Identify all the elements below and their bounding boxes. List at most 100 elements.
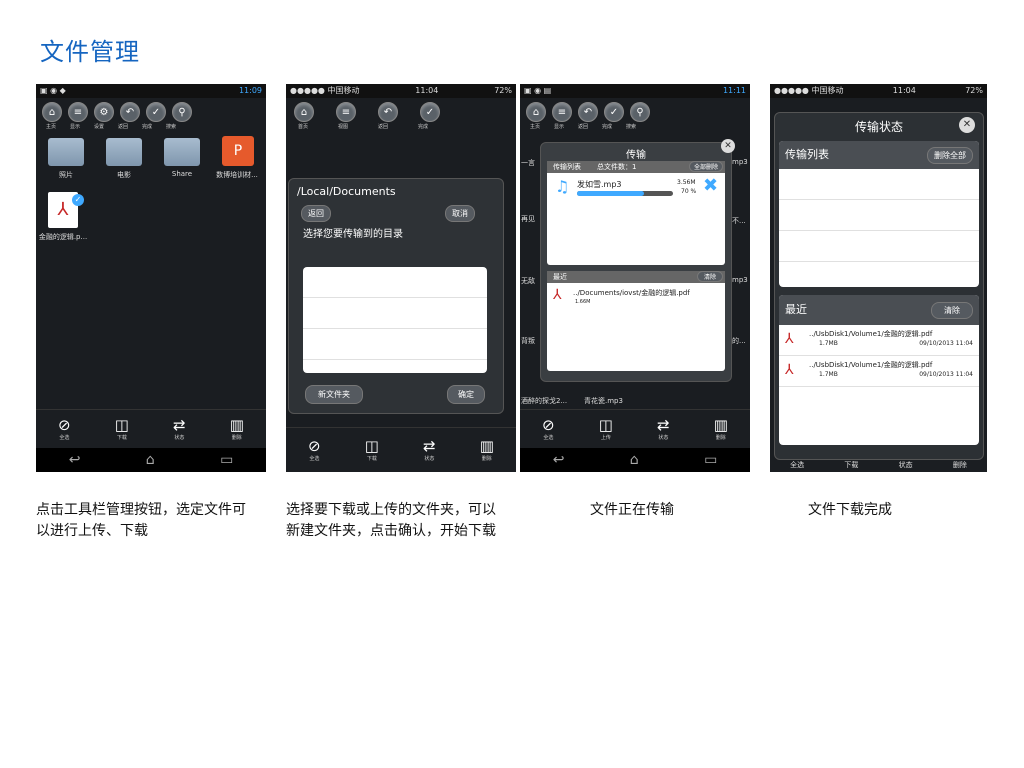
button-label: 全选 [543,435,554,441]
home-nav-icon[interactable]: ⌂ [146,452,155,468]
status-time: 11:09 [238,86,262,95]
home-icon[interactable]: ⌂ [294,102,314,122]
back-icon[interactable]: ↶ [378,102,398,122]
list-row[interactable] [303,329,487,360]
status-icons: ▣ ◉ ◆ [40,86,66,95]
back-nav-icon[interactable]: ↩ [69,452,81,468]
clear-button[interactable]: 清除 [696,271,723,282]
delete-button[interactable]: ▥ 删除 [713,416,728,442]
select-all-icon: ⊘ [58,416,71,434]
home-icon[interactable]: ⌂ [526,102,546,122]
download-button[interactable]: 下载 [844,460,858,472]
background-file-label: mp3 [732,158,748,166]
home-nav-icon[interactable]: ⌂ [630,452,639,468]
progress-bar [577,191,673,196]
screenshot-transferring: ▣ ◉ ▤ 11:11 ⌂ ≡ ↶ ✓ ⚲ 主页 显示 返回 完成 搜索 一言 … [520,84,750,472]
select-all-button[interactable]: 全选 [790,460,804,472]
select-all-button[interactable]: ⊘ 全选 [542,417,555,442]
home-icon[interactable]: ⌂ [42,102,62,122]
transfer-dialog: 传输 ✕ 传输列表 总文件数：1 全部删除 ♫ 发如雪.mp3 3.56M 70… [540,139,735,382]
delete-all-button[interactable]: 删除全部 [927,147,973,164]
button-label: 下载 [366,456,377,462]
upload-button[interactable]: ◫ 上传 [599,417,613,442]
button-label: 删除 [481,456,492,462]
recent-row[interactable]: ⅄ ../UsbDisk1/Volume1/金融的逻辑.pdf 1.7MB 09… [779,356,979,387]
powerpoint-icon[interactable]: P [222,136,254,166]
background-file-label: 再见 [521,215,535,223]
status-button[interactable]: ⇄ 状态 [657,417,670,442]
button-label: 全选 [309,456,320,462]
select-all-button[interactable]: ⊘ 全选 [308,438,321,463]
folder-icon[interactable] [106,138,142,166]
button-label: 删除 [715,435,726,441]
delete-button[interactable]: 删除 [953,460,967,472]
status-button[interactable]: ⇄ 状态 [423,438,436,463]
list-row[interactable] [303,267,487,298]
cancel-button[interactable]: 取消 [445,205,475,222]
list-row[interactable] [303,298,487,329]
recent-file-size: 1.7MB [819,371,838,378]
bottom-toolbar: ⊘ 全选 ◫ 下载 ⇄ 状态 ▥ 删除 [36,409,266,448]
new-folder-button[interactable]: 新文件夹 [305,385,363,404]
delete-button[interactable]: ▥ 删除 [480,438,494,463]
trash-icon: ▥ [229,416,244,434]
pdf-icon: ⅄ [553,287,562,303]
status-carrier: ●●●●● 中国移动 [290,86,360,95]
view-icon[interactable]: ≡ [68,102,88,122]
background-file-label: 背叛 [521,337,535,345]
recent-apps-icon[interactable]: ▭ [220,452,233,468]
bottom-toolbar: ⊘ 全选 ◫ 下载 ⇄ 状态 ▥ 删除 [286,427,516,472]
cancel-transfer-icon[interactable]: ✖ [703,175,718,196]
close-icon[interactable]: ✕ [721,139,735,153]
folder-icon[interactable] [164,138,200,166]
recent-file-date: 09/10/2013 11:04 [919,340,973,347]
button-label: 上传 [600,435,611,441]
recent-apps-icon[interactable]: ▭ [704,452,717,468]
delete-all-button[interactable]: 全部删除 [688,161,723,172]
select-all-button[interactable]: ⊘ 全选 [58,416,71,442]
clear-button[interactable]: 清除 [931,302,973,319]
toolbar-label: 完成 [141,124,152,130]
status-time: 11:11 [722,86,746,95]
search-icon[interactable]: ⚲ [172,102,192,122]
toolbar-label: 返回 [377,124,388,130]
status-button[interactable]: 状态 [899,460,913,472]
search-icon[interactable]: ⚲ [630,102,650,122]
back-button[interactable]: 返回 [301,205,331,222]
total-count: 总文件数：1 [597,163,637,171]
done-icon[interactable]: ✓ [146,102,166,122]
back-nav-icon[interactable]: ↩ [553,452,565,468]
view-icon[interactable]: ≡ [552,102,572,122]
toolbar-label: 设置 [93,124,104,130]
transfer-list: 传输列表 删除全部 [779,141,979,287]
background-file-label: 一言 [521,159,535,167]
button-label: 下载 [116,435,127,441]
done-icon[interactable]: ✓ [420,102,440,122]
transfer-file-name: 发如雪.mp3 [577,180,622,189]
status-battery: 72% [965,86,983,95]
page-title: 文件管理 [40,38,140,66]
settings-icon[interactable]: ⚙ [94,102,114,122]
background-file-label: 的... [732,337,746,345]
delete-button[interactable]: ▥ 删除 [229,416,244,442]
toolbar: ⌂ ≡ ↶ ✓ ⚲ [520,98,750,122]
folder-list[interactable] [303,267,487,373]
background-file-label: 酒醉的探戈2... [521,397,568,405]
back-icon[interactable]: ↶ [120,102,140,122]
recent-row[interactable]: ⅄ ../UsbDisk1/Volume1/金融的逻辑.pdf 1.7MB 09… [779,325,979,356]
status-button[interactable]: ⇄ 状态 [173,417,186,442]
list-row [779,231,979,262]
toolbar-labels: 主页 显示 设置 返回 完成 搜索 [36,122,266,131]
back-icon[interactable]: ↶ [578,102,598,122]
music-note-icon: ♫ [555,177,570,196]
trash-icon: ▥ [713,416,728,434]
view-icon[interactable]: ≡ [336,102,356,122]
status-bar: ▣ ◉ ▤ 11:11 [520,84,750,98]
confirm-button[interactable]: 确定 [447,385,485,404]
folder-icon[interactable] [48,138,84,166]
download-button[interactable]: ◫ 下载 [115,417,129,442]
download-button[interactable]: ◫ 下载 [365,438,379,463]
recent-file-path: ../Documents/iovst/金融的逻辑.pdf [573,289,690,297]
done-icon[interactable]: ✓ [604,102,624,122]
close-icon[interactable]: ✕ [959,117,975,133]
